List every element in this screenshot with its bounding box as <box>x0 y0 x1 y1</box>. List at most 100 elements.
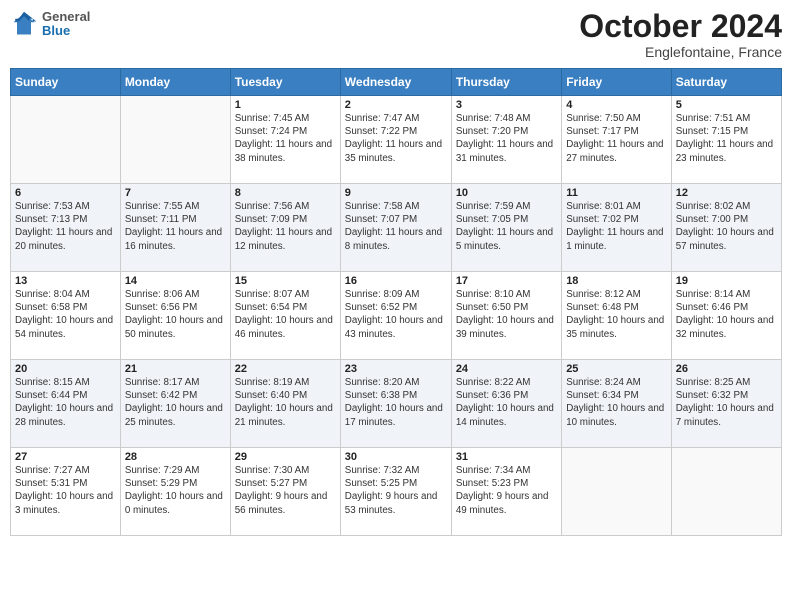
calendar-cell: 23Sunrise: 8:20 AMSunset: 6:38 PMDayligh… <box>340 360 451 448</box>
logo: General Blue <box>10 10 90 39</box>
calendar-cell: 4Sunrise: 7:50 AMSunset: 7:17 PMDaylight… <box>562 96 672 184</box>
calendar-cell: 17Sunrise: 8:10 AMSunset: 6:50 PMDayligh… <box>451 272 561 360</box>
day-number: 22 <box>235 363 336 375</box>
month-title: October 2024 <box>579 10 782 42</box>
calendar-cell: 21Sunrise: 8:17 AMSunset: 6:42 PMDayligh… <box>120 360 230 448</box>
calendar-cell: 29Sunrise: 7:30 AMSunset: 5:27 PMDayligh… <box>230 448 340 536</box>
day-info: Sunrise: 8:04 AMSunset: 6:58 PMDaylight:… <box>15 288 116 341</box>
calendar-week-row: 27Sunrise: 7:27 AMSunset: 5:31 PMDayligh… <box>11 448 782 536</box>
calendar-cell: 22Sunrise: 8:19 AMSunset: 6:40 PMDayligh… <box>230 360 340 448</box>
calendar-cell: 16Sunrise: 8:09 AMSunset: 6:52 PMDayligh… <box>340 272 451 360</box>
weekday-header: Saturday <box>671 69 781 96</box>
day-number: 7 <box>125 187 226 199</box>
calendar-week-row: 13Sunrise: 8:04 AMSunset: 6:58 PMDayligh… <box>11 272 782 360</box>
day-info: Sunrise: 8:07 AMSunset: 6:54 PMDaylight:… <box>235 288 336 341</box>
day-info: Sunrise: 7:59 AMSunset: 7:05 PMDaylight:… <box>456 200 557 253</box>
day-number: 29 <box>235 451 336 463</box>
day-info: Sunrise: 8:12 AMSunset: 6:48 PMDaylight:… <box>566 288 667 341</box>
weekday-header: Tuesday <box>230 69 340 96</box>
day-number: 27 <box>15 451 116 463</box>
day-info: Sunrise: 8:15 AMSunset: 6:44 PMDaylight:… <box>15 376 116 429</box>
day-number: 4 <box>566 99 667 111</box>
calendar-cell: 13Sunrise: 8:04 AMSunset: 6:58 PMDayligh… <box>11 272 121 360</box>
day-number: 23 <box>345 363 447 375</box>
day-info: Sunrise: 7:55 AMSunset: 7:11 PMDaylight:… <box>125 200 226 253</box>
day-number: 11 <box>566 187 667 199</box>
location: Englefontaine, France <box>579 44 782 60</box>
calendar-week-row: 6Sunrise: 7:53 AMSunset: 7:13 PMDaylight… <box>11 184 782 272</box>
logo-general: General <box>42 10 90 24</box>
calendar-cell: 1Sunrise: 7:45 AMSunset: 7:24 PMDaylight… <box>230 96 340 184</box>
day-number: 28 <box>125 451 226 463</box>
day-number: 19 <box>676 275 777 287</box>
calendar-cell <box>562 448 672 536</box>
day-info: Sunrise: 8:06 AMSunset: 6:56 PMDaylight:… <box>125 288 226 341</box>
day-number: 13 <box>15 275 116 287</box>
day-number: 16 <box>345 275 447 287</box>
day-info: Sunrise: 8:24 AMSunset: 6:34 PMDaylight:… <box>566 376 667 429</box>
day-info: Sunrise: 7:27 AMSunset: 5:31 PMDaylight:… <box>15 464 116 517</box>
day-info: Sunrise: 8:22 AMSunset: 6:36 PMDaylight:… <box>456 376 557 429</box>
day-info: Sunrise: 7:45 AMSunset: 7:24 PMDaylight:… <box>235 112 336 165</box>
day-info: Sunrise: 7:48 AMSunset: 7:20 PMDaylight:… <box>456 112 557 165</box>
day-number: 24 <box>456 363 557 375</box>
calendar-week-row: 20Sunrise: 8:15 AMSunset: 6:44 PMDayligh… <box>11 360 782 448</box>
day-info: Sunrise: 8:25 AMSunset: 6:32 PMDaylight:… <box>676 376 777 429</box>
day-info: Sunrise: 7:53 AMSunset: 7:13 PMDaylight:… <box>15 200 116 253</box>
day-number: 12 <box>676 187 777 199</box>
calendar-week-row: 1Sunrise: 7:45 AMSunset: 7:24 PMDaylight… <box>11 96 782 184</box>
day-number: 2 <box>345 99 447 111</box>
day-number: 25 <box>566 363 667 375</box>
day-info: Sunrise: 8:20 AMSunset: 6:38 PMDaylight:… <box>345 376 447 429</box>
calendar-cell: 12Sunrise: 8:02 AMSunset: 7:00 PMDayligh… <box>671 184 781 272</box>
calendar-cell: 24Sunrise: 8:22 AMSunset: 6:36 PMDayligh… <box>451 360 561 448</box>
calendar-cell: 2Sunrise: 7:47 AMSunset: 7:22 PMDaylight… <box>340 96 451 184</box>
day-info: Sunrise: 7:29 AMSunset: 5:29 PMDaylight:… <box>125 464 226 517</box>
day-info: Sunrise: 7:34 AMSunset: 5:23 PMDaylight:… <box>456 464 557 517</box>
day-number: 17 <box>456 275 557 287</box>
calendar-cell: 27Sunrise: 7:27 AMSunset: 5:31 PMDayligh… <box>11 448 121 536</box>
header: General Blue October 2024 Englefontaine,… <box>10 10 782 60</box>
day-info: Sunrise: 8:14 AMSunset: 6:46 PMDaylight:… <box>676 288 777 341</box>
calendar-cell: 6Sunrise: 7:53 AMSunset: 7:13 PMDaylight… <box>11 184 121 272</box>
weekday-header: Monday <box>120 69 230 96</box>
day-number: 6 <box>15 187 116 199</box>
day-number: 9 <box>345 187 447 199</box>
calendar-cell: 14Sunrise: 8:06 AMSunset: 6:56 PMDayligh… <box>120 272 230 360</box>
day-number: 3 <box>456 99 557 111</box>
calendar-cell: 30Sunrise: 7:32 AMSunset: 5:25 PMDayligh… <box>340 448 451 536</box>
day-info: Sunrise: 8:10 AMSunset: 6:50 PMDaylight:… <box>456 288 557 341</box>
day-info: Sunrise: 7:32 AMSunset: 5:25 PMDaylight:… <box>345 464 447 517</box>
day-number: 14 <box>125 275 226 287</box>
calendar-cell <box>11 96 121 184</box>
logo-blue: Blue <box>42 24 90 38</box>
calendar-cell: 28Sunrise: 7:29 AMSunset: 5:29 PMDayligh… <box>120 448 230 536</box>
calendar-cell: 20Sunrise: 8:15 AMSunset: 6:44 PMDayligh… <box>11 360 121 448</box>
calendar-cell: 3Sunrise: 7:48 AMSunset: 7:20 PMDaylight… <box>451 96 561 184</box>
day-number: 26 <box>676 363 777 375</box>
day-info: Sunrise: 7:58 AMSunset: 7:07 PMDaylight:… <box>345 200 447 253</box>
day-number: 8 <box>235 187 336 199</box>
calendar-cell: 10Sunrise: 7:59 AMSunset: 7:05 PMDayligh… <box>451 184 561 272</box>
day-info: Sunrise: 7:30 AMSunset: 5:27 PMDaylight:… <box>235 464 336 517</box>
day-number: 20 <box>15 363 116 375</box>
day-number: 10 <box>456 187 557 199</box>
weekday-header: Sunday <box>11 69 121 96</box>
day-number: 1 <box>235 99 336 111</box>
calendar-cell: 18Sunrise: 8:12 AMSunset: 6:48 PMDayligh… <box>562 272 672 360</box>
weekday-header-row: SundayMondayTuesdayWednesdayThursdayFrid… <box>11 69 782 96</box>
calendar-cell: 5Sunrise: 7:51 AMSunset: 7:15 PMDaylight… <box>671 96 781 184</box>
title-block: October 2024 Englefontaine, France <box>579 10 782 60</box>
day-info: Sunrise: 8:17 AMSunset: 6:42 PMDaylight:… <box>125 376 226 429</box>
page: General Blue October 2024 Englefontaine,… <box>0 0 792 612</box>
day-info: Sunrise: 8:02 AMSunset: 7:00 PMDaylight:… <box>676 200 777 253</box>
day-number: 15 <box>235 275 336 287</box>
calendar-cell: 31Sunrise: 7:34 AMSunset: 5:23 PMDayligh… <box>451 448 561 536</box>
calendar-table: SundayMondayTuesdayWednesdayThursdayFrid… <box>10 68 782 536</box>
day-number: 21 <box>125 363 226 375</box>
calendar-cell: 8Sunrise: 7:56 AMSunset: 7:09 PMDaylight… <box>230 184 340 272</box>
calendar-cell: 19Sunrise: 8:14 AMSunset: 6:46 PMDayligh… <box>671 272 781 360</box>
day-info: Sunrise: 7:47 AMSunset: 7:22 PMDaylight:… <box>345 112 447 165</box>
calendar-cell: 26Sunrise: 8:25 AMSunset: 6:32 PMDayligh… <box>671 360 781 448</box>
calendar-cell: 11Sunrise: 8:01 AMSunset: 7:02 PMDayligh… <box>562 184 672 272</box>
